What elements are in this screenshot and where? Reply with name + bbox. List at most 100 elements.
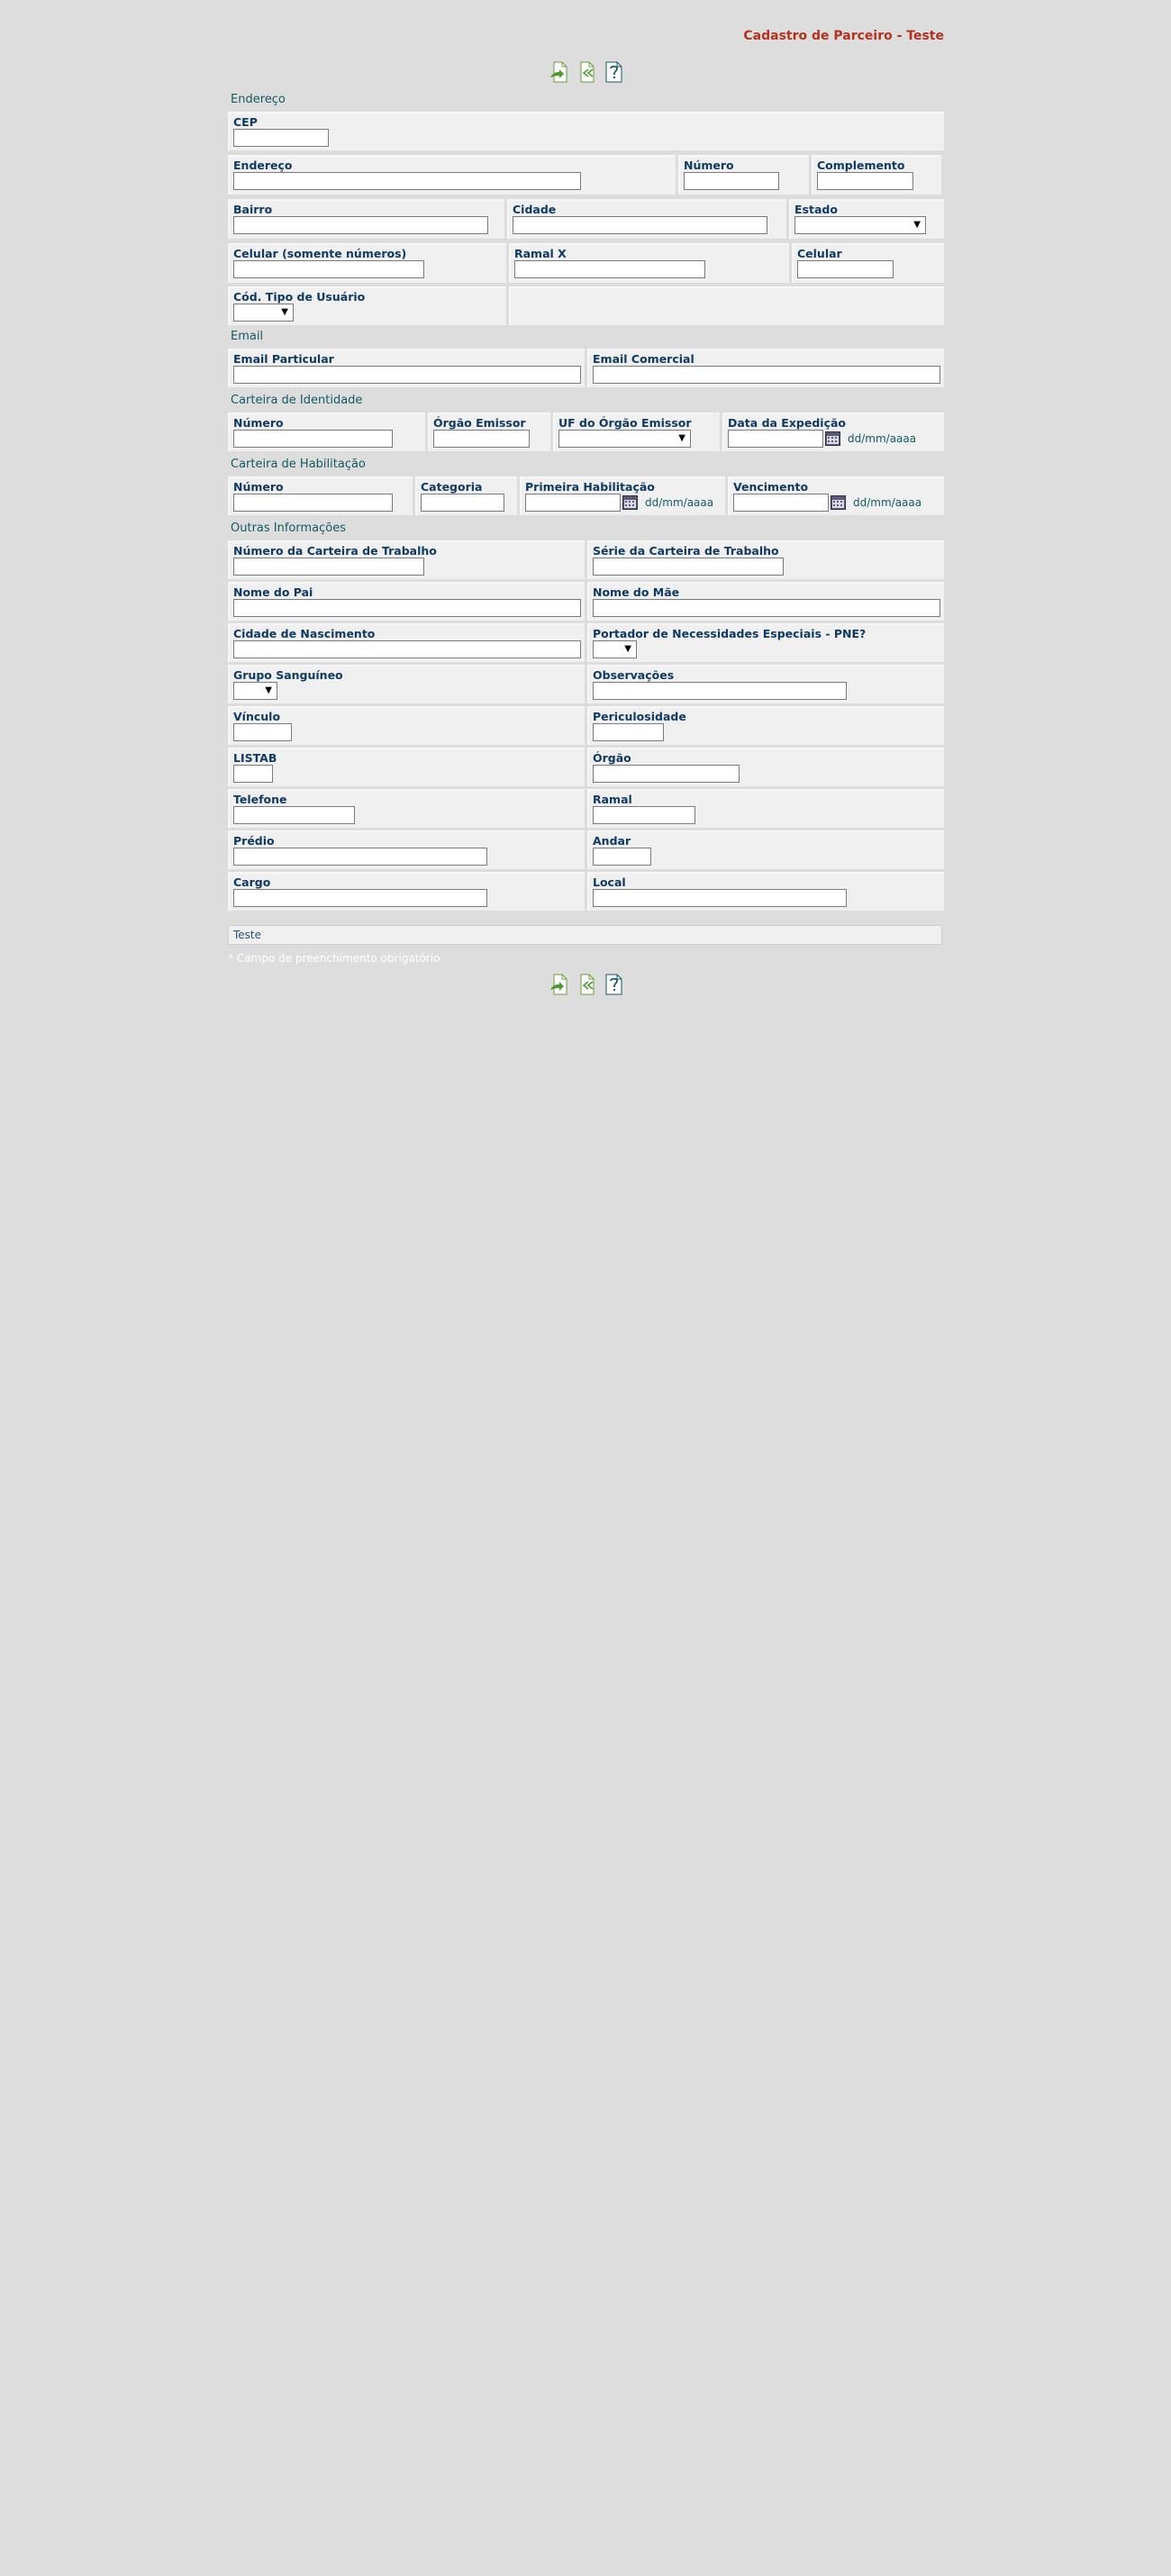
cod-tipo-usuario-select[interactable]: ▼ <box>233 304 294 322</box>
endereco-cell: Endereço <box>228 155 676 195</box>
bairro-cell: Bairro <box>228 199 504 239</box>
calendar-icon[interactable] <box>831 495 846 510</box>
bottom-toolbar <box>228 974 944 995</box>
cep-input[interactable] <box>233 129 329 147</box>
primeira-habilitacao-input[interactable] <box>525 494 621 512</box>
back-icon[interactable] <box>576 974 596 995</box>
primeira-habilitacao-cell: Primeira Habilitação dd/mm/aaaa <box>520 476 725 515</box>
serie-carteira-trabalho-input[interactable] <box>593 558 784 576</box>
listab-input[interactable] <box>233 765 273 783</box>
email-particular-input[interactable] <box>233 366 581 384</box>
row-celular: Celular (somente números) Ramal X Celula… <box>228 243 944 283</box>
row-endereco: Endereço Número Complemento <box>228 155 944 195</box>
required-note: * Campo de preenchimento obrigatório <box>228 952 440 965</box>
predio-input[interactable] <box>233 848 487 866</box>
uf-orgao-emissor-label: UF do Órgão Emissor <box>558 416 692 430</box>
cidade-label: Cidade <box>513 203 557 216</box>
observacoes-input[interactable] <box>593 682 847 700</box>
complemento-label: Complemento <box>817 159 905 172</box>
vinculo-cell: Vínculo <box>228 706 585 745</box>
celular-input[interactable] <box>797 260 894 278</box>
vencimento-label: Vencimento <box>733 480 809 494</box>
row-tipo-usuario: Cód. Tipo de Usuário ▼ <box>228 286 944 325</box>
local-input[interactable] <box>593 889 847 907</box>
row-pais: Nome do Pai Nome do Mãe <box>228 582 944 621</box>
row-predio: Prédio Andar <box>228 830 944 869</box>
back-icon[interactable] <box>576 61 596 83</box>
chevron-down-icon: ▼ <box>678 433 685 443</box>
uf-orgao-emissor-cell: UF do Órgão Emissor ▼ <box>553 413 720 451</box>
chevron-down-icon: ▼ <box>281 307 288 317</box>
nome-mae-input[interactable] <box>593 599 940 617</box>
cargo-input[interactable] <box>233 889 487 907</box>
row-listab: LISTAB Órgão <box>228 748 944 786</box>
vencimento-input[interactable] <box>733 494 829 512</box>
periculosidade-input[interactable] <box>593 723 664 741</box>
cnh-numero-cell: Número <box>228 476 413 515</box>
ramal-cell: Ramal <box>587 789 944 828</box>
row-identidade: Número Órgão Emissor UF do Órgão Emissor… <box>228 413 944 451</box>
predio-label: Prédio <box>233 834 275 848</box>
calendar-icon[interactable] <box>622 495 638 510</box>
ramal-input[interactable] <box>593 806 695 824</box>
complemento-input[interactable] <box>817 172 913 190</box>
section-email: Email <box>231 330 264 343</box>
help-icon[interactable] <box>604 974 623 995</box>
numero-input[interactable] <box>684 172 779 190</box>
num-carteira-trabalho-input[interactable] <box>233 558 424 576</box>
pne-select[interactable]: ▼ <box>593 640 637 658</box>
data-expedicao-input[interactable] <box>728 430 823 448</box>
row-cep: CEP <box>228 112 944 150</box>
orgao-label: Órgão <box>593 751 631 765</box>
cidade-input[interactable] <box>513 216 767 234</box>
section-endereco: Endereço <box>231 93 286 106</box>
ramal-x-input[interactable] <box>514 260 705 278</box>
estado-select[interactable]: ▼ <box>794 216 926 234</box>
numero-label: Número <box>684 159 734 172</box>
orgao-emissor-input[interactable] <box>433 430 530 448</box>
rg-numero-input[interactable] <box>233 430 393 448</box>
row-carteira-trabalho: Número da Carteira de Trabalho Série da … <box>228 540 944 579</box>
nome-mae-cell: Nome do Mãe <box>587 582 944 621</box>
vinculo-input[interactable] <box>233 723 292 741</box>
nome-mae-label: Nome do Mãe <box>593 585 680 599</box>
uf-orgao-emissor-select[interactable]: ▼ <box>558 430 691 448</box>
andar-cell: Andar <box>587 830 944 869</box>
date-format-hint: dd/mm/aaaa <box>848 432 917 445</box>
help-icon[interactable] <box>604 61 623 83</box>
row-bairro: Bairro Cidade Estado ▼ <box>228 199 944 239</box>
cod-tipo-usuario-cell: Cód. Tipo de Usuário ▼ <box>228 286 506 325</box>
email-comercial-label: Email Comercial <box>593 352 694 366</box>
cidade-nascimento-cell: Cidade de Nascimento <box>228 623 585 662</box>
celular-num-input[interactable] <box>233 260 424 278</box>
row-habilitacao: Número Categoria Primeira Habilitação dd… <box>228 476 944 515</box>
estado-cell: Estado ▼ <box>789 199 944 239</box>
estado-label: Estado <box>794 203 838 216</box>
telefone-cell: Telefone <box>228 789 585 828</box>
listab-label: LISTAB <box>233 751 277 765</box>
endereco-input[interactable] <box>233 172 581 190</box>
save-icon[interactable] <box>549 974 569 995</box>
bairro-input[interactable] <box>233 216 488 234</box>
periculosidade-cell: Periculosidade <box>587 706 944 745</box>
orgao-input[interactable] <box>593 765 740 783</box>
telefone-input[interactable] <box>233 806 355 824</box>
categoria-input[interactable] <box>421 494 504 512</box>
cnh-numero-label: Número <box>233 480 284 494</box>
empty-cell <box>509 286 944 325</box>
email-comercial-input[interactable] <box>593 366 940 384</box>
observacoes-label: Observações <box>593 668 675 682</box>
celular-label: Celular <box>797 247 842 260</box>
grupo-sanguineo-select[interactable]: ▼ <box>233 682 277 700</box>
andar-input[interactable] <box>593 848 651 866</box>
cargo-label: Cargo <box>233 875 271 889</box>
chevron-down-icon: ▼ <box>913 220 921 230</box>
nome-pai-input[interactable] <box>233 599 581 617</box>
calendar-icon[interactable] <box>825 431 840 446</box>
save-icon[interactable] <box>549 61 569 83</box>
cidade-nascimento-input[interactable] <box>233 640 581 658</box>
cnh-numero-input[interactable] <box>233 494 393 512</box>
cidade-cell: Cidade <box>507 199 786 239</box>
serie-carteira-trabalho-cell: Série da Carteira de Trabalho <box>587 540 944 579</box>
bairro-label: Bairro <box>233 203 273 216</box>
